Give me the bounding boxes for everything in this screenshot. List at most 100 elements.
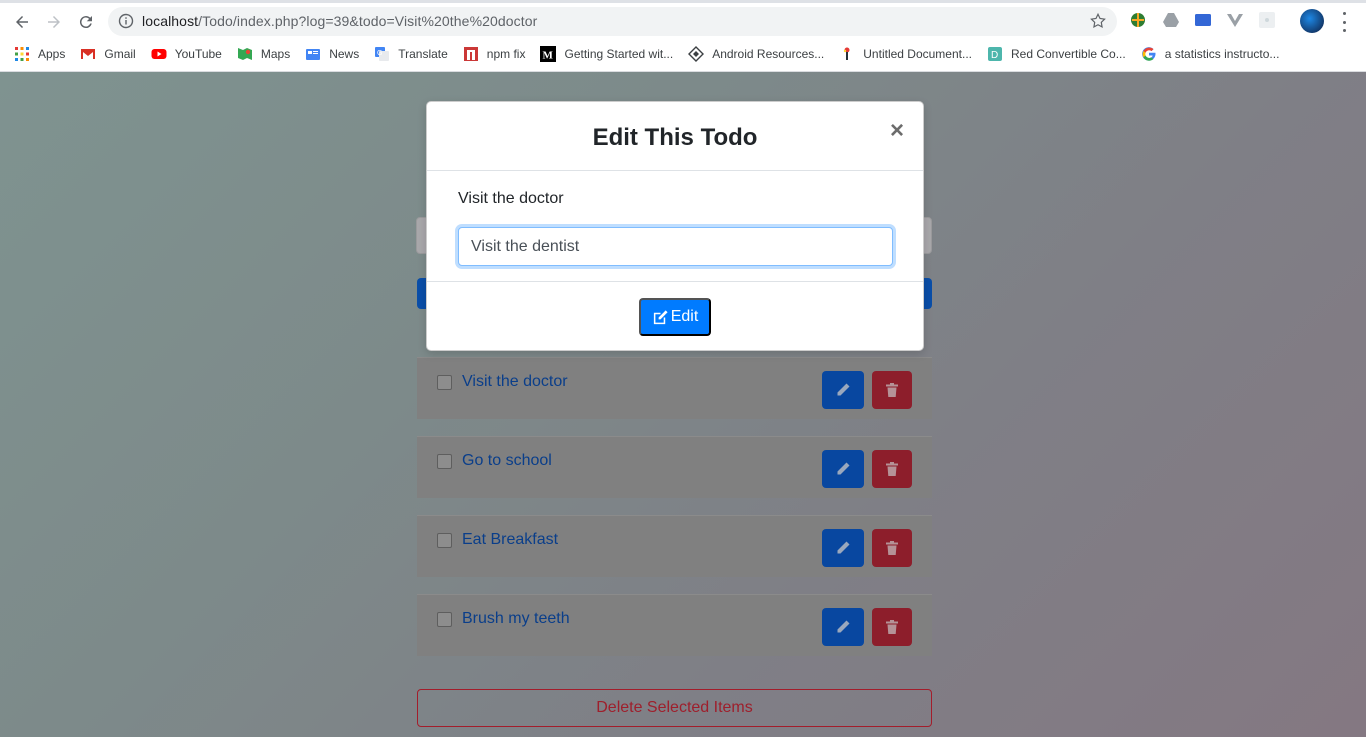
edit-todo-button[interactable] [822,450,864,488]
bookmark-npm-fix[interactable]: npm fix [463,46,526,62]
react-devtools-icon[interactable] [1258,11,1276,29]
edit-todo-button[interactable] [822,608,864,646]
modal-body: Visit the doctor [427,172,923,281]
todo-item: Brush my teeth [417,594,932,656]
url-path: /Todo/index.php?log=39&todo=Visit%20the%… [198,13,538,29]
translate-icon: G [375,47,390,61]
android-resources-icon [688,46,705,62]
edit-todo-input[interactable] [458,227,893,266]
edit-todo-modal: Edit This Todo × Visit the doctor Edit [426,101,924,351]
delete-todo-button[interactable] [872,450,912,488]
bookmark-gmail[interactable]: Gmail [80,46,136,62]
google-drive-icon[interactable] [1162,11,1180,29]
arrow-left-icon [16,16,28,28]
bookmark-label: Untitled Document... [863,47,972,61]
todo-text: Go to school [462,452,552,469]
bookmark-android-resources[interactable]: Android Resources... [688,46,824,62]
edit-button-label: Edit [670,308,699,325]
browser-menu-button[interactable] [1338,12,1350,32]
youtube-icon [151,49,167,59]
bookmark-label: Getting Started wit... [564,47,674,61]
medium-icon: M [540,46,557,62]
d-icon: D [987,47,1002,61]
bookmark-label: a statistics instructo... [1164,47,1280,61]
bookmark-star-icon[interactable] [1089,12,1107,30]
back-button[interactable] [10,10,34,34]
todo-item: Visit the doctor [417,357,932,419]
trash-icon [886,620,898,634]
todo-text: Eat Breakfast [462,531,559,548]
modal-title: Edit This Todo [592,124,758,151]
bookmark-maps[interactable]: Maps [237,46,290,62]
todo-item: Go to school [417,436,932,498]
delete-selected-button[interactable]: Delete Selected Items [417,689,932,727]
bookmark-getting-started[interactable]: M Getting Started wit... [540,46,673,62]
todo-checkbox[interactable] [437,375,452,390]
news-icon [306,49,321,60]
edit-todo-button[interactable] [822,529,864,567]
forward-button[interactable] [42,10,66,34]
todo-checkbox[interactable] [437,612,452,627]
svg-text:M: M [543,50,554,62]
close-modal-button[interactable]: × [888,119,906,143]
bookmark-label: News [329,47,360,61]
trash-icon [886,462,898,476]
bookmarks-bar: Apps Gmail YouTube Maps News G Translate… [0,40,1366,68]
todo-text: Visit the doctor [462,373,568,390]
bookmark-news[interactable]: News [305,46,359,62]
browser-chrome: localhost/Todo/index.php?log=39&todo=Vis… [0,0,1366,72]
pencil-icon [837,620,850,633]
pencil-icon [837,383,850,396]
edit-submit-button[interactable]: Edit [639,298,711,336]
bookmark-label: Android Resources... [712,47,825,61]
bookmark-label: YouTube [174,47,222,61]
gmail-icon [81,49,96,59]
maps-icon [237,48,252,60]
url-text[interactable]: localhost/Todo/index.php?log=39&todo=Vis… [142,13,537,29]
trash-icon [886,383,898,397]
bookmark-label: npm fix [486,47,526,61]
modal-footer: Edit [427,281,923,351]
todo-checkbox[interactable] [437,454,452,469]
trash-icon [886,541,898,555]
address-bar[interactable]: localhost/Todo/index.php?log=39&todo=Vis… [108,7,1117,36]
vue-devtools-icon[interactable] [1226,11,1244,29]
tab-strip [0,0,1366,3]
bookmark-apps[interactable]: Apps [14,46,65,62]
delete-todo-button[interactable] [872,529,912,567]
reload-button[interactable] [74,10,98,34]
svg-text:G: G [377,50,382,57]
profile-avatar[interactable] [1300,9,1324,33]
info-icon[interactable] [118,13,134,29]
edit-square-icon [653,309,668,324]
bookmark-untitled-document[interactable]: Untitled Document... [839,46,972,62]
delete-todo-button[interactable] [872,371,912,409]
pencil-icon [837,541,850,554]
todo-item: Eat Breakfast [417,515,932,577]
pencil-icon [837,462,850,475]
todo-text: Brush my teeth [462,610,570,627]
edit-todo-button[interactable] [822,371,864,409]
url-host: localhost [142,13,199,29]
google-icon [1141,47,1156,61]
bookmark-label: Maps [260,47,291,61]
bookmark-statistics[interactable]: a statistics instructo... [1141,46,1280,62]
arrow-right-icon [48,16,60,28]
reload-icon [79,16,92,29]
modal-header: Edit This Todo × [427,102,923,171]
document-icon [844,47,850,60]
bookmark-label: Red Convertible Co... [1010,47,1126,61]
extension-globe-icon[interactable] [1129,11,1147,29]
bookmark-translate[interactable]: G Translate [374,46,448,62]
extension-folder-icon[interactable] [1194,11,1212,29]
bookmark-red-convertible[interactable]: D Red Convertible Co... [987,46,1126,62]
bookmark-label: Gmail [104,47,136,61]
apps-grid-icon [15,47,29,61]
current-todo-label: Visit the doctor [458,190,564,207]
bookmark-youtube[interactable]: YouTube [151,46,222,62]
npm-icon [463,47,478,61]
delete-todo-button[interactable] [872,608,912,646]
bookmark-label: Apps [38,47,66,61]
svg-text:D: D [991,50,998,61]
todo-checkbox[interactable] [437,533,452,548]
